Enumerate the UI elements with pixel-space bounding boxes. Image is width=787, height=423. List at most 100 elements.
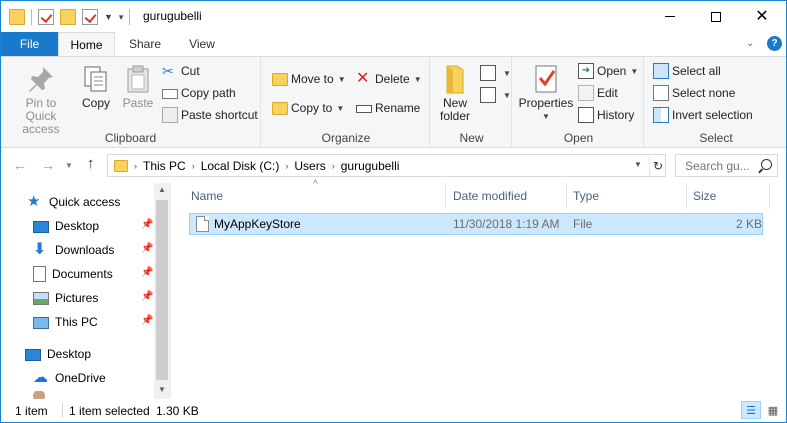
tab-share[interactable]: Share	[119, 32, 171, 56]
new-group: New folder ▼ ▼ New	[432, 57, 512, 148]
address-bar[interactable]: › This PC › Local Disk (C:) › Users › gu…	[107, 154, 666, 177]
customize-toolbar-icon[interactable]: ▾	[119, 12, 124, 23]
table-row[interactable]: MyAppKeyStore 11/30/2018 1:19 AM File 2 …	[189, 213, 763, 235]
chevron-down-icon: ▼	[337, 74, 346, 84]
file-date: 11/30/2018 1:19 AM	[453, 217, 560, 231]
pin-to-quick-access-button[interactable]: Pin to Quick access	[7, 63, 75, 136]
breadcrumb-gurugubelli[interactable]: gurugubelli	[341, 159, 400, 173]
copy-icon	[84, 66, 107, 92]
new-item-button[interactable]: ▼	[480, 63, 511, 83]
column-divider[interactable]	[769, 183, 770, 209]
invert-selection-label: Invert selection	[672, 108, 753, 122]
pin-icon[interactable]: 📌	[141, 243, 153, 254]
scrollbar-thumb[interactable]	[156, 200, 168, 380]
breadcrumb-local-disk[interactable]: Local Disk (C:)	[201, 159, 280, 173]
minimize-button[interactable]	[647, 1, 693, 32]
address-row: ← → ▼ ↑ › This PC › Local Disk (C:) › Us…	[1, 149, 786, 183]
pin-icon	[29, 67, 53, 92]
copy-button[interactable]: Copy	[79, 63, 113, 110]
status-size: 1.30 KB	[156, 404, 199, 418]
pin-icon[interactable]: 📌	[141, 267, 153, 278]
chevron-right-icon[interactable]: ›	[332, 161, 335, 171]
select-all-button[interactable]: Select all	[653, 61, 721, 81]
pin-icon[interactable]: 📌	[141, 315, 153, 326]
easy-access-button[interactable]: ▼	[480, 85, 511, 105]
close-button[interactable]: ✕	[739, 1, 785, 32]
refresh-icon[interactable]: ↻	[649, 156, 666, 176]
title-bar: ▼ ▾ gurugubelli ✕	[1, 1, 786, 32]
maximize-button[interactable]	[693, 1, 739, 32]
checkmark-icon[interactable]	[82, 9, 98, 25]
chevron-right-icon[interactable]: ›	[285, 161, 288, 171]
forward-arrow-icon[interactable]: →	[41, 157, 55, 173]
select-none-button[interactable]: Select none	[653, 83, 735, 103]
nav-item-label: OneDrive	[55, 371, 106, 385]
column-date-modified[interactable]: Date modified	[453, 183, 563, 209]
open-label: Open	[597, 64, 627, 78]
search-icon[interactable]	[761, 159, 772, 170]
rename-icon	[356, 105, 372, 113]
column-divider[interactable]	[445, 183, 446, 209]
scroll-up-icon[interactable]: ▲	[158, 185, 166, 194]
column-type[interactable]: Type	[573, 183, 683, 209]
large-icons-view-button[interactable]: ▦	[763, 401, 783, 419]
paste-shortcut-button[interactable]: Paste shortcut	[162, 105, 258, 125]
chevron-down-icon[interactable]: ⌄	[746, 38, 754, 49]
chevron-right-icon[interactable]: ›	[134, 161, 137, 171]
explorer-window: ▼ ▾ gurugubelli ✕ File Home Share View ⌄…	[0, 0, 787, 423]
tab-view[interactable]: View	[177, 32, 227, 56]
chevron-right-icon[interactable]: ›	[192, 161, 195, 171]
tab-file[interactable]: File	[1, 32, 58, 56]
folder-icon[interactable]	[9, 9, 25, 25]
edit-button[interactable]: Edit	[578, 83, 618, 103]
organize-group-label: Organize	[321, 131, 371, 145]
status-bar: 1 item 1 item selected 1.30 KB ☰ ▦	[1, 399, 786, 422]
copy-path-button[interactable]: Copy path	[162, 83, 236, 103]
details-view-button[interactable]: ☰	[741, 401, 761, 419]
tab-home[interactable]: Home	[58, 32, 115, 57]
paste-button[interactable]: Paste	[120, 63, 156, 110]
chevron-down-icon[interactable]: ▼	[634, 160, 642, 169]
open-button[interactable]: ➜ Open ▼	[578, 61, 638, 81]
large-icons-view-icon: ▦	[767, 404, 779, 417]
recent-locations-icon[interactable]: ▼	[65, 161, 73, 170]
history-icon	[578, 107, 594, 123]
pin-icon[interactable]: 📌	[141, 291, 153, 302]
column-size[interactable]: Size	[693, 183, 763, 209]
cut-button[interactable]: ✂ Cut	[162, 61, 200, 81]
open-group-label: Open	[563, 131, 594, 145]
up-arrow-icon[interactable]: ↑	[87, 155, 95, 172]
back-arrow-icon[interactable]: ←	[13, 157, 27, 173]
pin-icon[interactable]: 📌	[141, 219, 153, 230]
new-folder-button[interactable]: New folder	[436, 63, 474, 123]
copy-to-button[interactable]: Copy to ▼	[272, 98, 344, 118]
column-divider[interactable]	[566, 183, 567, 209]
status-selected: 1 item selected	[69, 404, 150, 418]
desktop-icon	[25, 349, 41, 361]
new-folder-icon[interactable]	[60, 9, 76, 25]
chevron-down-icon[interactable]: ▼	[104, 12, 113, 22]
properties-button[interactable]: Properties ▼	[517, 63, 575, 123]
navpane-scrollbar[interactable]: ▲ ▼	[154, 183, 171, 399]
delete-button[interactable]: ✕ Delete ▼	[356, 69, 422, 89]
search-input[interactable]	[685, 158, 757, 173]
rename-button[interactable]: Rename	[356, 98, 420, 118]
invert-selection-button[interactable]: Invert selection	[653, 105, 753, 125]
delete-icon: ✕	[356, 70, 370, 87]
select-all-label: Select all	[672, 64, 721, 78]
scroll-down-icon[interactable]: ▼	[158, 385, 166, 394]
move-to-button[interactable]: Move to ▼	[272, 69, 346, 89]
breadcrumb-users[interactable]: Users	[294, 159, 325, 173]
ribbon: Pin to Quick access Copy Paste ✂ Cut Cop…	[1, 56, 786, 148]
help-icon[interactable]: ?	[767, 36, 782, 51]
column-divider[interactable]	[686, 183, 687, 209]
breadcrumb-this-pc[interactable]: This PC	[143, 159, 186, 173]
chevron-down-icon: ▼	[503, 90, 511, 100]
status-item-count: 1 item	[15, 404, 48, 418]
history-button[interactable]: History	[578, 105, 634, 125]
close-icon: ✕	[755, 7, 769, 25]
column-header-row: ^ Name Date modified Type Size	[177, 179, 786, 209]
column-name[interactable]: Name	[191, 183, 441, 209]
properties-label: Properties	[518, 96, 574, 110]
properties-icon[interactable]	[38, 9, 54, 25]
